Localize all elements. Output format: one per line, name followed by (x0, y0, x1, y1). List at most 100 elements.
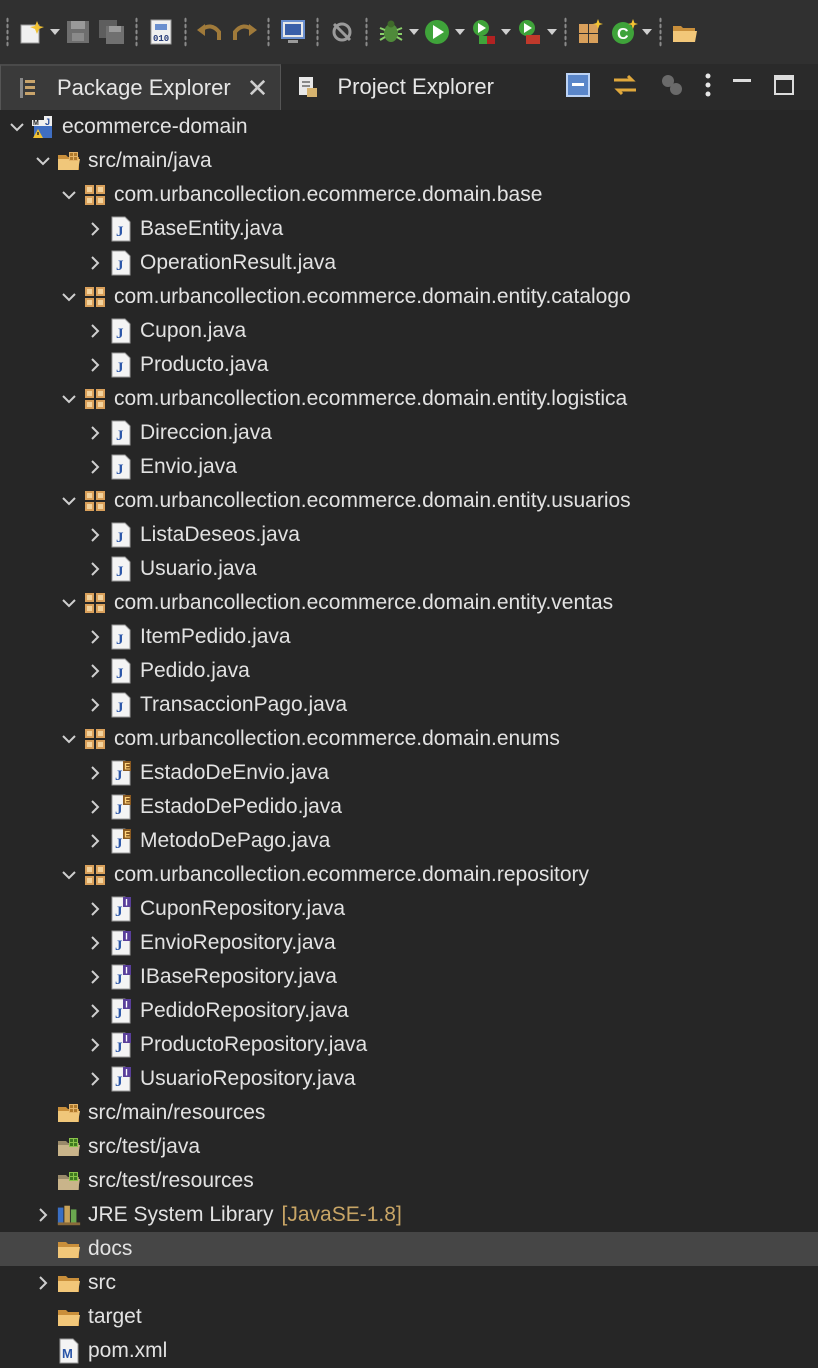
tree-item[interactable]: JRE System Library [JavaSE-1.8] (0, 1198, 818, 1232)
tree-item[interactable]: J I EnvioRepository.java (0, 926, 818, 960)
tree-item[interactable]: J ListaDeseos.java (0, 518, 818, 552)
chevron-right-icon[interactable] (82, 1028, 108, 1062)
chevron-down-icon[interactable] (641, 29, 653, 35)
tree-item[interactable]: com.urbancollection.ecommerce.domain.ent… (0, 586, 818, 620)
chevron-right-icon[interactable] (82, 824, 108, 858)
maximize-icon[interactable] (772, 73, 796, 102)
new-class-icon[interactable]: C (607, 15, 641, 49)
tree-item[interactable]: target (0, 1300, 818, 1334)
tree-item[interactable]: J ItemPedido.java (0, 620, 818, 654)
chevron-down-icon[interactable] (56, 722, 82, 756)
tree-item[interactable]: com.urbancollection.ecommerce.domain.ent… (0, 484, 818, 518)
tree-item[interactable]: com.urbancollection.ecommerce.domain.rep… (0, 858, 818, 892)
chevron-right-icon[interactable] (82, 756, 108, 790)
chevron-right-icon[interactable] (82, 416, 108, 450)
tree-item[interactable]: src/main/java (0, 144, 818, 178)
tree-item[interactable]: J TransaccionPago.java (0, 688, 818, 722)
tree-item[interactable]: com.urbancollection.ecommerce.domain.enu… (0, 722, 818, 756)
chevron-right-icon[interactable] (82, 552, 108, 586)
chevron-right-icon[interactable] (30, 1198, 56, 1232)
chevron-right-icon[interactable] (82, 620, 108, 654)
tree-item[interactable]: J I IBaseRepository.java (0, 960, 818, 994)
binary-icon[interactable]: 010 (144, 15, 178, 49)
chevron-right-icon[interactable] (82, 314, 108, 348)
tree-item[interactable]: J Producto.java (0, 348, 818, 382)
chevron-right-icon[interactable] (82, 960, 108, 994)
link-with-editor-icon[interactable] (610, 71, 640, 104)
skip-breakpoints-icon[interactable] (325, 15, 359, 49)
tab-package-explorer[interactable]: Package Explorer ✕ (0, 64, 282, 110)
collapse-all-icon[interactable] (564, 71, 592, 104)
chevron-right-icon[interactable] (82, 654, 108, 688)
chevron-right-icon[interactable] (82, 450, 108, 484)
tree-item-label: target (88, 1305, 142, 1328)
tree-item[interactable]: J E EstadoDeEnvio.java (0, 756, 818, 790)
chevron-down-icon[interactable] (408, 29, 420, 35)
undo-icon[interactable] (193, 15, 227, 49)
tree-item[interactable]: com.urbancollection.ecommerce.domain.ent… (0, 382, 818, 416)
new-icon[interactable] (15, 15, 49, 49)
chevron-down-icon[interactable] (546, 29, 558, 35)
tree-item[interactable]: Mpom.xml (0, 1334, 818, 1368)
chevron-down-icon[interactable] (56, 586, 82, 620)
new-package-icon[interactable] (573, 15, 607, 49)
chevron-down-icon[interactable] (4, 110, 30, 144)
chevron-right-icon[interactable] (82, 892, 108, 926)
chevron-down-icon[interactable] (56, 858, 82, 892)
tree-item[interactable]: J Envio.java (0, 450, 818, 484)
chevron-down-icon[interactable] (49, 29, 61, 35)
debug-icon[interactable] (374, 15, 408, 49)
chevron-right-icon[interactable] (82, 348, 108, 382)
tree-item[interactable]: J BaseEntity.java (0, 212, 818, 246)
tree-item[interactable]: J E EstadoDePedido.java (0, 790, 818, 824)
chevron-right-icon[interactable] (82, 790, 108, 824)
tree-item[interactable]: J Cupon.java (0, 314, 818, 348)
chevron-down-icon[interactable] (56, 280, 82, 314)
chevron-down-icon[interactable] (56, 484, 82, 518)
tree-item[interactable]: J E MetodoDePago.java (0, 824, 818, 858)
tree-item[interactable]: J Usuario.java (0, 552, 818, 586)
chevron-down-icon[interactable] (56, 178, 82, 212)
tree-item[interactable]: J I UsuarioRepository.java (0, 1062, 818, 1096)
chevron-right-icon[interactable] (82, 518, 108, 552)
chevron-down-icon[interactable] (500, 29, 512, 35)
chevron-right-icon[interactable] (82, 688, 108, 722)
close-icon[interactable]: ✕ (247, 73, 269, 104)
chevron-down-icon[interactable] (56, 382, 82, 416)
tree-item[interactable]: src/test/resources (0, 1164, 818, 1198)
tree-item[interactable]: J Pedido.java (0, 654, 818, 688)
tree-item[interactable]: J I PedidoRepository.java (0, 994, 818, 1028)
chevron-right-icon[interactable] (82, 1062, 108, 1096)
tree-item[interactable]: J I CuponRepository.java (0, 892, 818, 926)
save-all-icon[interactable] (95, 15, 129, 49)
chevron-right-icon[interactable] (82, 926, 108, 960)
external-tools-icon[interactable] (512, 15, 546, 49)
tab-project-explorer[interactable]: Project Explorer (281, 64, 506, 110)
tree-item[interactable]: J I ProductoRepository.java (0, 1028, 818, 1062)
tree-item[interactable]: com.urbancollection.ecommerce.domain.ent… (0, 280, 818, 314)
tree-item[interactable]: src/test/java (0, 1130, 818, 1164)
tree-item[interactable]: src/main/resources (0, 1096, 818, 1130)
minimize-icon[interactable] (730, 73, 754, 102)
view-menu-icon[interactable] (704, 71, 712, 104)
coverage-icon[interactable] (466, 15, 500, 49)
chevron-right-icon[interactable] (82, 246, 108, 280)
chevron-right-icon[interactable] (82, 994, 108, 1028)
open-type-icon[interactable] (668, 15, 702, 49)
tree-item[interactable]: M Jecommerce-domain (0, 110, 818, 144)
run-icon[interactable] (420, 15, 454, 49)
chevron-down-icon[interactable] (454, 29, 466, 35)
chevron-right-icon[interactable] (82, 212, 108, 246)
tree-item[interactable]: src (0, 1266, 818, 1300)
console-icon[interactable] (276, 15, 310, 49)
chevron-right-icon[interactable] (30, 1266, 56, 1300)
focus-active-task-icon[interactable] (658, 71, 686, 104)
tree-item[interactable]: J Direccion.java (0, 416, 818, 450)
tree-item[interactable]: com.urbancollection.ecommerce.domain.bas… (0, 178, 818, 212)
package-explorer-tree[interactable]: M Jecommerce-domain src/main/java com.urban… (0, 110, 818, 1368)
save-icon[interactable] (61, 15, 95, 49)
tree-item[interactable]: docs (0, 1232, 818, 1266)
redo-icon[interactable] (227, 15, 261, 49)
tree-item[interactable]: J OperationResult.java (0, 246, 818, 280)
chevron-down-icon[interactable] (30, 144, 56, 178)
